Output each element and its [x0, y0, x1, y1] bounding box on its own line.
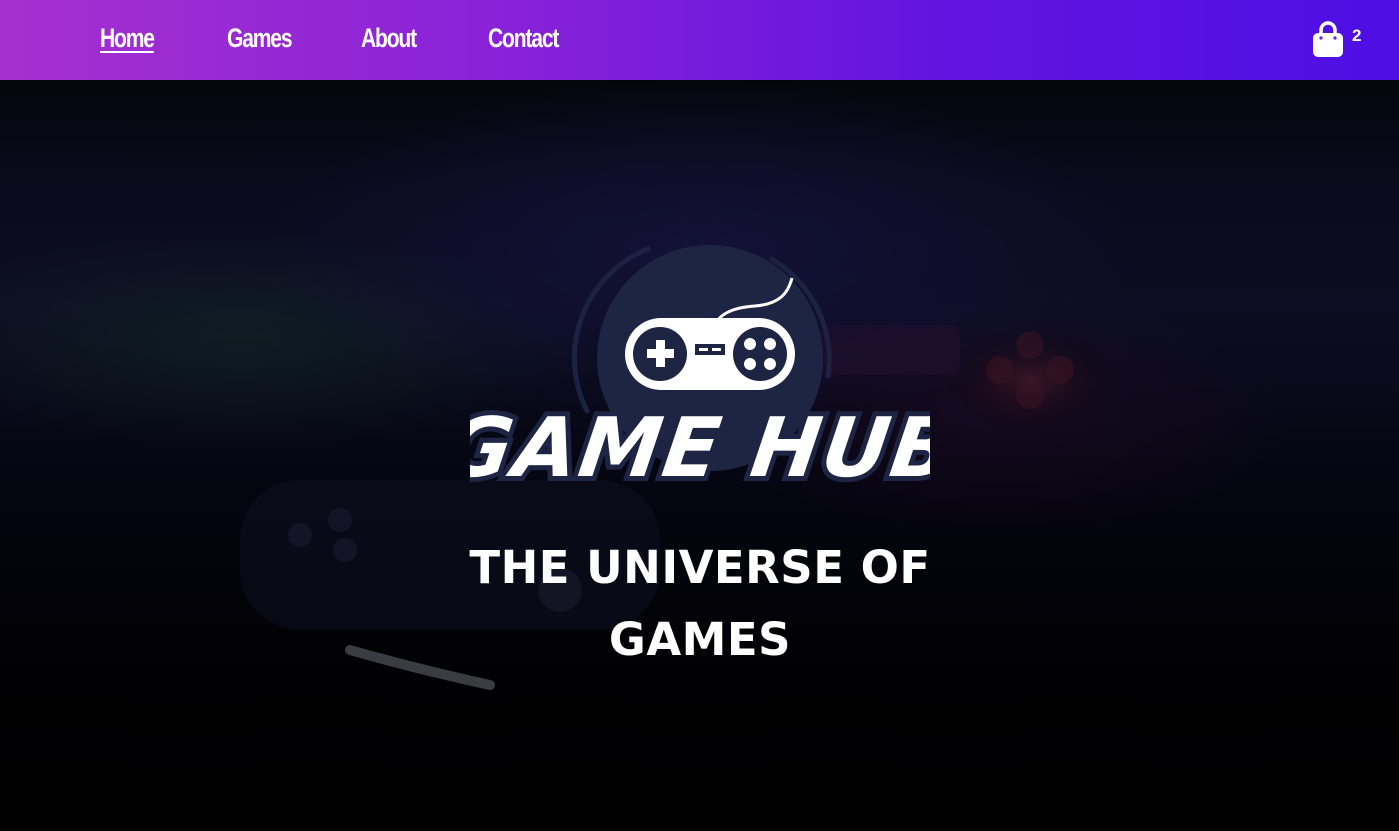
nav-link-games[interactable]: Games	[227, 18, 293, 58]
top-navbar: Home Games About Contact 2	[0, 0, 1399, 80]
gamepad-icon	[625, 318, 795, 390]
nav-link-contact[interactable]: Contact	[488, 18, 559, 58]
cart-button[interactable]: 2	[1310, 18, 1370, 60]
hero-section: GAME HUB THE UNIVERSE OF GAMES	[0, 80, 1399, 831]
hero-tagline: THE UNIVERSE OF GAMES	[469, 541, 931, 666]
nav-link-home[interactable]: Home	[100, 18, 155, 58]
cart-count-badge: 2	[1352, 26, 1362, 45]
shopping-bag-icon	[1313, 21, 1343, 57]
nav-link-about[interactable]: About	[361, 18, 417, 58]
logo-text: GAME HUB	[470, 401, 930, 496]
game-hub-logo: GAME HUB	[470, 245, 930, 498]
